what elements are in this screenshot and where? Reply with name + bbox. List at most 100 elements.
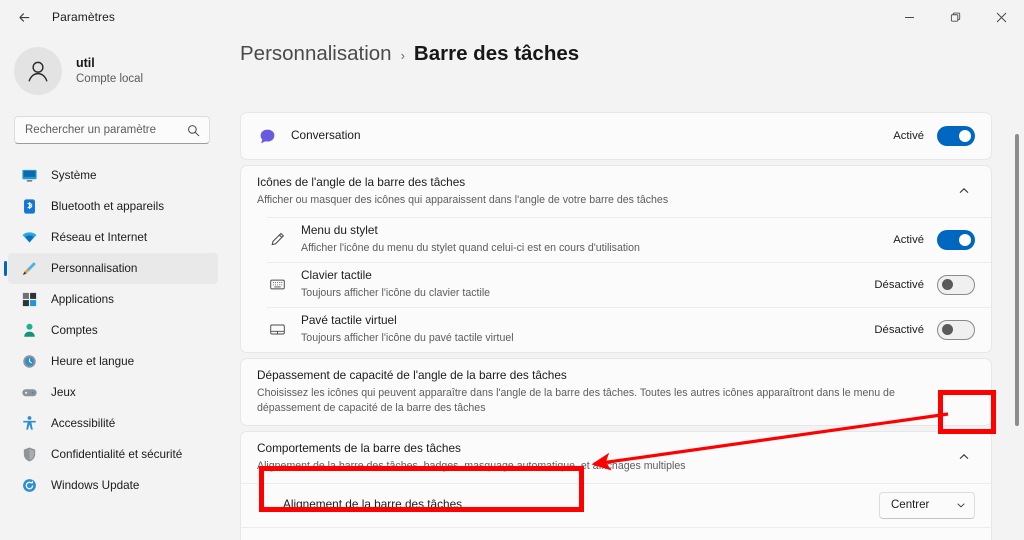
minimize-button[interactable] <box>886 0 932 34</box>
back-arrow-icon <box>17 10 32 25</box>
sidebar-item-bluetooth-et-appareils[interactable]: Bluetooth et appareils <box>8 191 218 222</box>
search-input[interactable]: Rechercher un paramètre <box>14 116 210 144</box>
chevron-down-icon <box>956 500 966 510</box>
autohide-taskbar-row[interactable]: Masquer automatiquement la barre des tâc… <box>241 526 991 540</box>
touch-keyboard-toggle[interactable] <box>937 274 975 295</box>
taskbar-behaviors-card: Comportements de la barre des tâches Ali… <box>240 430 992 540</box>
account-card[interactable]: util Compte local <box>14 42 226 100</box>
sidebar-item-comptes[interactable]: Comptes <box>8 315 218 346</box>
breadcrumb-separator-icon: › <box>400 48 405 63</box>
taskbar-behaviors-expander-header[interactable]: Comportements de la barre des tâches Ali… <box>241 432 991 483</box>
touch-keyboard-row[interactable]: Clavier tactile Toujours afficher l'icôn… <box>267 261 991 307</box>
sidebar-item-personnalisation[interactable]: Personnalisation <box>4 253 218 284</box>
settings-window: Paramètres util Compte local Rechercher … <box>0 0 1024 540</box>
toggle-state-label: Désactivé <box>874 323 924 336</box>
sidebar-item-applications[interactable]: Applications <box>8 284 218 315</box>
row-subtitle: Afficher l'icône du menu du stylet quand… <box>301 242 640 255</box>
settings-scroll-area[interactable]: Conversation Activé Icônes de l'angle de… <box>226 112 1024 540</box>
row-title: Pavé tactile virtuel <box>301 313 397 328</box>
select-value: Centrer <box>891 499 930 512</box>
sidebar-item-jeux[interactable]: Jeux <box>8 377 218 408</box>
scrollbar-thumb[interactable] <box>1015 134 1019 426</box>
taskbar-alignment-select[interactable]: Centrer <box>879 491 975 519</box>
sidebar-item-windows-update[interactable]: Windows Update <box>8 470 218 501</box>
toggle-state-label: Activé <box>893 233 924 246</box>
sidebar-item-accessibilite[interactable]: Accessibilité <box>8 408 218 439</box>
toggle-state-label: Désactivé <box>874 278 924 291</box>
virtual-touchpad-icon <box>267 320 287 340</box>
corner-icons-card: Icônes de l'angle de la barre des tâches… <box>240 165 992 353</box>
sidebar-item-label: Réseau et Internet <box>51 231 148 244</box>
section-subtitle: Afficher ou masquer des icônes qui appar… <box>257 193 669 206</box>
section-subtitle: Alignement de la barre des tâches, badge… <box>257 459 686 472</box>
row-title: Conversation <box>291 128 361 143</box>
sidebar-item-label: Confidentialité et sécurité <box>51 448 183 461</box>
window-controls <box>886 0 1024 34</box>
maximize-restore-button[interactable] <box>932 0 978 34</box>
corner-icons-sub-rows: Menu du stylet Afficher l'icône du menu … <box>241 216 991 352</box>
bluetooth-icon <box>20 198 38 216</box>
row-subtitle: Toujours afficher l'icône du pavé tactil… <box>301 332 514 345</box>
gamepad-icon <box>20 384 38 402</box>
corner-overflow-expander-header[interactable]: Dépassement de capacité de l'angle de la… <box>241 359 991 425</box>
row-title: Clavier tactile <box>301 268 372 283</box>
sidebar-item-label: Système <box>51 169 97 182</box>
pen-stylus-icon <box>267 230 287 250</box>
sidebar-item-reseau-et-internet[interactable]: Réseau et Internet <box>8 222 218 253</box>
section-title: Dépassement de capacité de l'angle de la… <box>257 367 567 382</box>
virtual-touchpad-toggle[interactable] <box>937 319 975 340</box>
row-title: Menu du stylet <box>301 223 378 238</box>
chevron-down-icon[interactable] <box>949 377 979 407</box>
sidebar-item-label: Accessibilité <box>51 417 116 430</box>
taskbar-alignment-row[interactable]: Alignement de la barre des tâches Centre… <box>241 482 991 527</box>
pen-menu-toggle[interactable] <box>937 229 975 250</box>
search-icon <box>187 124 200 137</box>
wifi-icon <box>20 229 38 247</box>
window-title: Paramètres <box>52 10 116 24</box>
accessibility-person-icon <box>20 415 38 433</box>
virtual-touchpad-row[interactable]: Pavé tactile virtuel Toujours afficher l… <box>267 306 991 352</box>
sidebar-item-heure-et-langue[interactable]: Heure et langue <box>8 346 218 377</box>
pen-menu-row[interactable]: Menu du stylet Afficher l'icône du menu … <box>267 216 991 262</box>
avatar <box>14 47 62 95</box>
sidebar: util Compte local Rechercher un paramètr… <box>0 34 226 540</box>
apps-grid-icon <box>20 291 38 309</box>
clock-globe-icon <box>20 353 38 371</box>
sidebar-item-label: Bluetooth et appareils <box>51 200 165 213</box>
title-bar: Paramètres <box>0 0 1024 34</box>
account-name: util <box>76 56 95 71</box>
sidebar-nav: Système Bluetooth et appareils Réseau et… <box>0 160 226 501</box>
main-content: Personnalisation › Barre des tâches Conv… <box>226 34 1024 540</box>
row-subtitle: Toujours afficher l'icône du clavier tac… <box>301 287 491 300</box>
conversation-toggle[interactable] <box>937 126 975 146</box>
corner-icons-expander-header[interactable]: Icônes de l'angle de la barre des tâches… <box>241 166 991 217</box>
sidebar-item-label: Heure et langue <box>51 355 135 368</box>
sidebar-item-label: Windows Update <box>51 479 140 492</box>
vertical-scrollbar[interactable] <box>1015 134 1019 524</box>
update-refresh-icon <box>20 477 38 495</box>
monitor-icon <box>20 167 38 185</box>
page-title: Barre des tâches <box>413 42 580 65</box>
sidebar-item-systeme[interactable]: Système <box>8 160 218 191</box>
touch-keyboard-icon <box>267 275 287 295</box>
corner-overflow-card: Dépassement de capacité de l'angle de la… <box>240 357 992 426</box>
back-button[interactable] <box>8 2 40 32</box>
conversation-row[interactable]: Conversation Activé <box>241 113 991 159</box>
sidebar-item-confidentialite-et-securite[interactable]: Confidentialité et sécurité <box>8 439 218 470</box>
chat-bubble-icon <box>257 126 277 146</box>
chevron-up-icon[interactable] <box>949 442 979 472</box>
close-button[interactable] <box>978 0 1024 34</box>
paintbrush-icon <box>20 260 38 278</box>
sidebar-item-label: Personnalisation <box>51 262 138 275</box>
sidebar-item-label: Comptes <box>51 324 98 337</box>
behaviors-sub-rows: Alignement de la barre des tâches Centre… <box>241 482 991 540</box>
chevron-up-icon[interactable] <box>949 176 979 206</box>
breadcrumb: Personnalisation › Barre des tâches <box>240 42 1024 80</box>
breadcrumb-parent-link[interactable]: Personnalisation <box>240 42 392 66</box>
toggle-state-label: Activé <box>893 130 924 142</box>
row-label: Alignement de la barre des tâches <box>283 497 463 512</box>
search-placeholder: Rechercher un paramètre <box>25 124 157 136</box>
conversation-card: Conversation Activé <box>240 112 992 160</box>
section-title: Comportements de la barre des tâches <box>257 440 461 455</box>
account-person-icon <box>20 322 38 340</box>
